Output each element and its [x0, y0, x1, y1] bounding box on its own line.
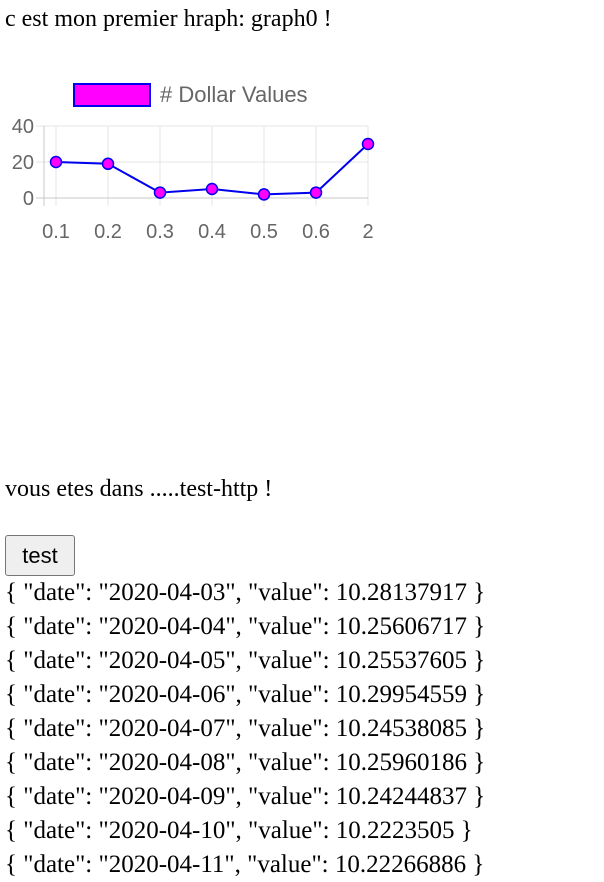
record-line: { "date": "2020-04-08", "value": 10.2596…: [5, 749, 486, 776]
record-line: { "date": "2020-04-05", "value": 10.2553…: [5, 647, 486, 674]
data-point: [205, 182, 219, 196]
line-chart: 40 20 0 0.1 0.2 0.3 0.4 0.5 0.6 2 # Dollar Values: [0, 68, 400, 258]
x-tick-label: 0.3: [146, 221, 174, 243]
x-tick-label: 0.2: [94, 221, 122, 243]
record-line: { "date": "2020-04-06", "value": 10.2995…: [5, 681, 486, 708]
x-tick-label: 0.5: [250, 221, 278, 243]
x-tick-label: 0.4: [198, 221, 226, 243]
data-point: [49, 155, 63, 169]
record-line: { "date": "2020-04-10", "value": 10.2223…: [5, 817, 473, 844]
page-heading: c est mon premier hraph: graph0 !: [5, 6, 332, 32]
legend-swatch: [73, 83, 151, 107]
record-line: { "date": "2020-04-07", "value": 10.2453…: [5, 715, 486, 742]
record-line: { "date": "2020-04-03", "value": 10.2813…: [5, 579, 486, 606]
x-tick-label: 2: [362, 221, 373, 243]
records-list: { "date": "2020-04-03", "value": 10.2813…: [5, 576, 604, 882]
chart-svg: 40 20 0 0.1 0.2 0.3 0.4 0.5 0.6 2 # Dollar Values: [12, 82, 375, 243]
y-tick-label: 20: [12, 152, 34, 174]
section-heading: vous etes dans .....test-http !: [5, 476, 273, 502]
record-line: { "date": "2020-04-11", "value": 10.2226…: [5, 851, 485, 878]
y-tick-label: 40: [12, 116, 34, 138]
data-point: [101, 157, 115, 171]
data-point: [153, 186, 167, 199]
y-tick-label: 0: [23, 188, 34, 210]
x-tick-label: 0.6: [302, 221, 330, 243]
x-tick-label: 0.1: [42, 221, 70, 243]
record-line: { "date": "2020-04-09", "value": 10.2424…: [5, 783, 486, 810]
record-line: { "date": "2020-04-04", "value": 10.2560…: [5, 613, 486, 640]
data-point: [309, 186, 323, 199]
data-point: [361, 137, 375, 151]
data-point: [257, 188, 271, 201]
legend-label: # Dollar Values: [160, 82, 308, 107]
test-button[interactable]: test: [5, 535, 75, 576]
